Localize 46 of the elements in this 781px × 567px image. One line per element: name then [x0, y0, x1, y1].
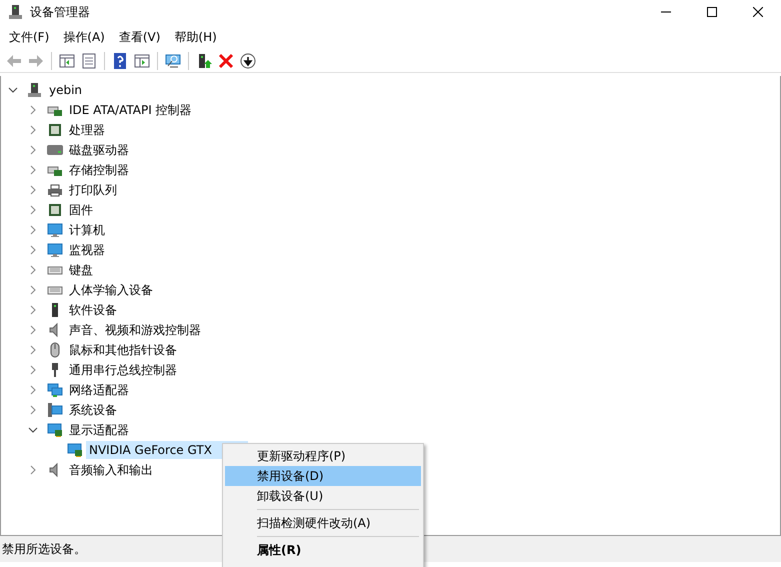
- x-mark-button[interactable]: [216, 51, 236, 71]
- tree-item[interactable]: 固件: [66, 200, 96, 220]
- menu-item[interactable]: 属性(R): [225, 540, 421, 560]
- tree-item[interactable]: 网络适配器: [66, 380, 132, 400]
- tree-item[interactable]: 处理器: [66, 120, 108, 140]
- minimize-icon: [661, 11, 671, 13]
- maximize-icon: [707, 7, 717, 17]
- pc-tower-icon: [8, 4, 24, 20]
- computer-icon: [47, 402, 63, 418]
- down-arrow-circle-button[interactable]: [238, 51, 258, 71]
- tree-item[interactable]: 存储控制器: [66, 160, 132, 180]
- tree-item[interactable]: 监视器: [66, 240, 108, 260]
- display-card-icon: [67, 442, 83, 458]
- display-card-icon: [47, 422, 63, 438]
- drive-icon: [47, 142, 63, 158]
- monitor-icon: [47, 222, 63, 238]
- menu-item[interactable]: 卸载设备(U): [225, 486, 421, 506]
- tree-item[interactable]: 磁盘驱动器: [66, 140, 132, 160]
- tree-item[interactable]: 通用串行总线控制器: [66, 360, 180, 380]
- tree-item[interactable]: 音频输入和输出: [66, 460, 156, 480]
- tree-item[interactable]: 声音、视频和游戏控制器: [66, 320, 204, 340]
- tree-item[interactable]: 计算机: [66, 220, 108, 240]
- status-text: 禁用所选设备。: [2, 540, 86, 558]
- menu-item[interactable]: 扫描检测硬件改动(A): [225, 513, 421, 533]
- tree-item[interactable]: yebin: [46, 81, 86, 99]
- menu-item[interactable]: 操作(A): [56, 26, 112, 48]
- tree-item[interactable]: 人体学输入设备: [66, 280, 156, 300]
- tree-item[interactable]: IDE ATA/ATAPI 控制器: [66, 100, 195, 120]
- menu-item[interactable]: 查看(V): [112, 26, 168, 48]
- monitor-icon: [47, 242, 63, 258]
- pc-tower-icon: [27, 82, 43, 98]
- menu-item[interactable]: 禁用设备(D): [225, 466, 421, 486]
- tree-item[interactable]: 打印队列: [66, 180, 120, 200]
- menu-item[interactable]: 帮助(H): [167, 26, 224, 48]
- chip-icon: [47, 122, 63, 138]
- tree-item[interactable]: 键盘: [66, 260, 96, 280]
- tree-item[interactable]: 软件设备: [66, 300, 120, 320]
- menu-item[interactable]: 文件(F): [2, 26, 56, 48]
- close-icon: [753, 7, 763, 17]
- tree-item[interactable]: 系统设备: [66, 400, 120, 420]
- tree-item[interactable]: 鼠标和其他指针设备: [66, 340, 180, 360]
- window-title: 设备管理器: [30, 4, 91, 20]
- chip-icon: [47, 202, 63, 218]
- printer-icon: [47, 182, 63, 198]
- tree-item[interactable]: 显示适配器: [66, 420, 132, 440]
- network-icon: [47, 382, 63, 398]
